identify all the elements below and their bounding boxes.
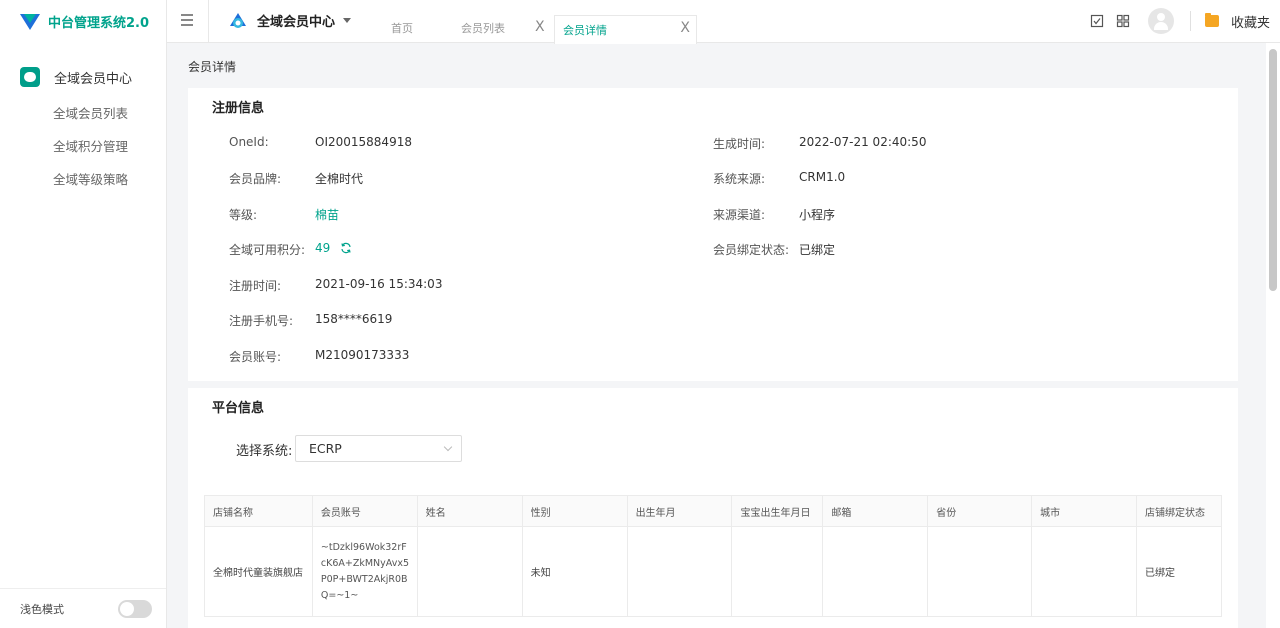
column-header: 宝宝出生年月日 [731,495,824,527]
column-header: 店铺名称 [204,495,313,527]
field-label: OneId: [229,135,269,149]
light-mode-toggle[interactable] [118,599,152,618]
grid-icon[interactable] [1116,14,1130,28]
platform-info-card: 平台信息 选择系统: ECRP 店铺名称 会员账号 姓名 性别 出生年月 宝宝出… [188,388,1238,628]
field-label: 来源渠道: [713,208,766,222]
field-value-channel: 小程序 [799,208,836,222]
table-cell: ~tDzkl96Wok32rFcK6A+ZkMNyAvx5P0P+BWT2Akj… [311,526,418,617]
tab-home[interactable]: 首页 [391,16,413,44]
page-title: 会员详情 [188,60,237,74]
field-value-bind-status: 已绑定 [799,243,836,257]
table-cell [731,526,824,617]
system-select-label: 选择系统: [236,444,293,459]
sidebar: 中台管理系统2.0 全域会员中心 全域会员列表 全域积分管理 全域等级策略 浅色… [0,0,167,628]
refresh-icon[interactable] [340,242,352,254]
column-header: 省份 [927,495,1033,527]
system-select-value: ECRP [309,441,342,456]
column-header: 城市 [1031,495,1138,527]
field-label: 会员品牌: [229,172,282,186]
field-label: 会员绑定状态: [713,243,790,257]
table-row: 全棉时代童装旗舰店 ~tDzkl96Wok32rFcK6A+ZkMNyAvx5P… [204,526,1222,617]
module-switcher[interactable]: 全域会员中心 [229,11,352,30]
table-header-row: 店铺名称 会员账号 姓名 性别 出生年月 宝宝出生年月日 邮箱 省份 城市 店铺… [204,495,1222,527]
header-divider [208,0,209,43]
scrollbar-thumb[interactable] [1269,49,1277,291]
app-logo[interactable]: 中台管理系统2.0 [0,0,166,43]
chevron-down-icon [343,18,352,23]
sidebar-group-member-center[interactable]: 全域会员中心 [0,65,166,89]
field-label: 系统来源: [713,172,766,186]
column-header: 邮箱 [822,495,929,527]
table-cell [822,526,929,617]
column-header: 店铺绑定状态 [1136,495,1222,527]
field-label: 生成时间: [713,137,766,151]
field-label: 注册时间: [229,279,282,293]
logo-v-icon [20,13,40,30]
table-cell [1031,526,1138,617]
tab-member-detail-label: 会员详情 [563,24,607,37]
field-value-oneid: OI20015884918 [315,135,412,149]
column-header: 性别 [521,495,628,527]
tab-member-list[interactable]: 会员列表 [461,16,505,44]
sidebar-item-points[interactable]: 全域积分管理 [0,130,166,163]
platform-table: 店铺名称 会员账号 姓名 性别 出生年月 宝宝出生年月日 邮箱 省份 城市 店铺… [204,495,1222,617]
table-cell: 全棉时代童装旗舰店 [204,526,313,617]
field-value-system-source: CRM1.0 [799,170,846,184]
field-value-account: M21090173333 [315,348,410,362]
sidebar-group-label: 全域会员中心 [54,71,133,87]
table-cell [416,526,523,617]
user-avatar[interactable] [1147,8,1174,34]
table-cell [626,526,733,617]
field-label: 全域可用积分: [229,243,306,257]
sidebar-item-member-list[interactable]: 全域会员列表 [0,97,166,130]
header-vertical-divider [1189,11,1191,31]
sidebar-item-level-policy[interactable]: 全域等级策略 [0,163,166,196]
tab-member-detail-close-icon[interactable]: X [680,20,690,36]
field-label: 等级: [229,208,258,222]
field-value-created-time: 2022-07-21 02:40:50 [799,135,927,149]
tab-member-list-close-icon[interactable]: X [535,19,545,35]
light-mode-label: 浅色模式 [20,602,64,616]
top-header: 全域会员中心 首页 会员列表 X 会员详情 X 收藏夹 [167,0,1280,44]
column-header: 出生年月 [626,495,733,527]
favorites-link[interactable]: 收藏夹 [1231,12,1270,31]
module-cloud-icon [230,12,246,28]
registration-info-card: 注册信息 OneId: OI20015884918 会员品牌: 全棉时代 等级:… [188,88,1238,381]
table-cell: 已绑定 [1136,526,1222,617]
system-select[interactable]: ECRP [295,435,462,462]
field-value-register-time: 2021-09-16 15:34:03 [315,277,443,291]
field-value-brand: 全棉时代 [315,172,364,186]
field-value-level[interactable]: 棉苗 [315,206,339,223]
header-actions: 收藏夹 [1084,8,1270,34]
module-name: 全域会员中心 [257,15,336,30]
platform-info-title: 平台信息 [212,401,265,416]
tab-member-detail[interactable]: 会员详情 X [554,15,697,44]
chevron-down-icon [443,442,453,452]
page-scrollbar[interactable] [1266,43,1280,628]
field-value-phone: 158****6619 [315,312,393,326]
folder-icon[interactable] [1204,13,1219,27]
cloud-icon [20,67,40,87]
table-cell: 未知 [521,526,628,617]
field-value-points: 49 [315,241,331,255]
field-label: 注册手机号: [229,314,294,328]
table-cell [927,526,1033,617]
field-label: 会员账号: [229,350,282,364]
column-header: 姓名 [416,495,523,527]
menu-collapse-icon[interactable] [181,14,193,26]
sidebar-footer: 浅色模式 [0,588,166,628]
app-title: 中台管理系统2.0 [48,16,150,31]
registration-info-title: 注册信息 [212,101,265,116]
column-header: 会员账号 [311,495,418,527]
checkbox-icon[interactable] [1090,14,1104,28]
